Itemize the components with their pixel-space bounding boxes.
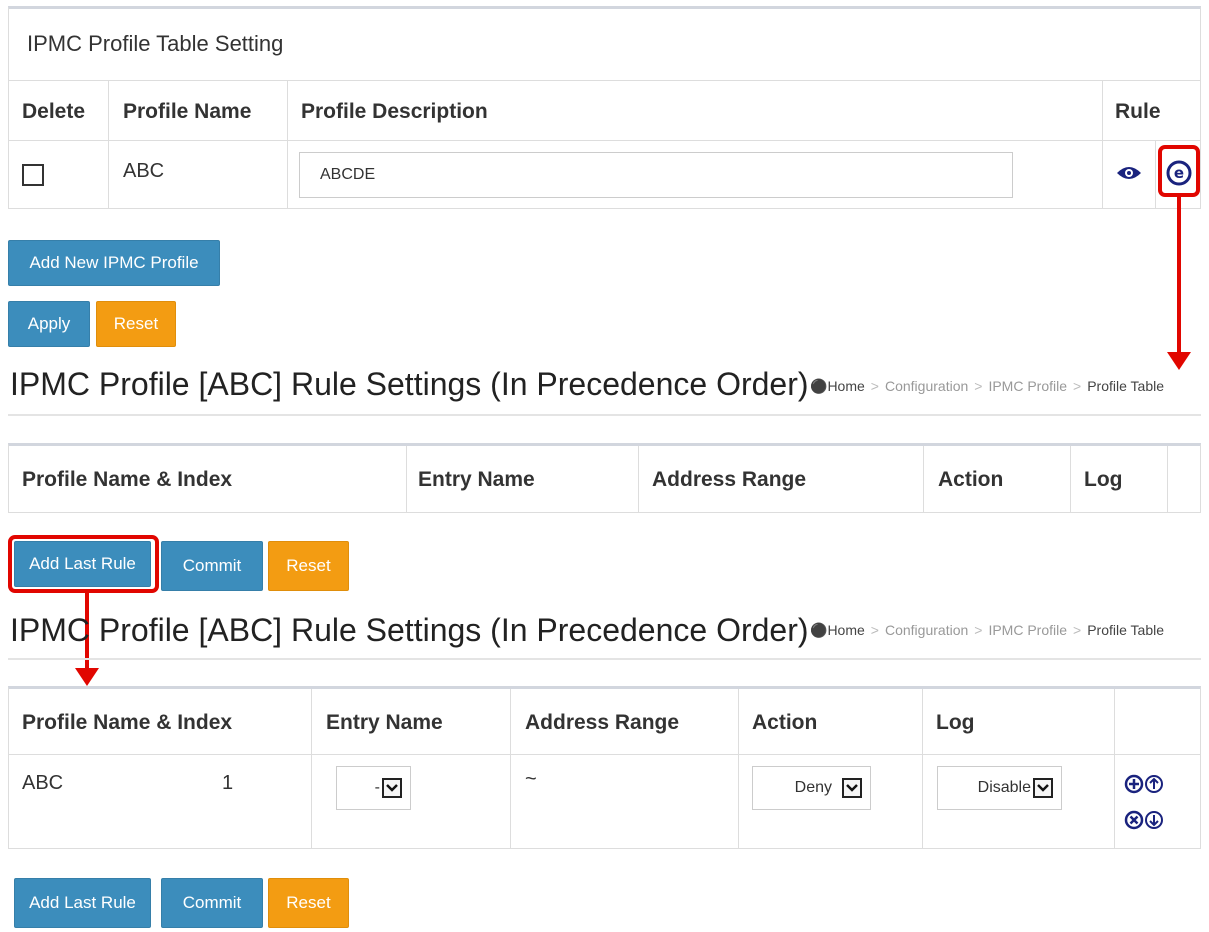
divider (923, 446, 924, 512)
annotation-arrow-head (1167, 352, 1191, 370)
arrow-up-circle-icon[interactable] (1144, 774, 1164, 794)
divider (287, 80, 288, 208)
annotation-edit-highlight (1158, 145, 1200, 197)
column-profile-name-index: Profile Name & Index (22, 468, 233, 491)
x-circle-icon[interactable] (1124, 810, 1144, 830)
plus-circle-icon[interactable] (1124, 774, 1144, 794)
column-action: Action (752, 711, 818, 734)
divider (8, 658, 1201, 660)
rule-settings-title-1: IPMC Profile [ABC] Rule Settings (In Pre… (10, 366, 809, 402)
column-action: Action (938, 468, 1004, 491)
divider (8, 80, 1201, 81)
annotation-add-last-rule-highlight (8, 535, 159, 593)
divider (406, 446, 407, 512)
profile-table-title: IPMC Profile Table Setting (27, 31, 284, 56)
reset-rules-button[interactable]: Reset (268, 541, 349, 591)
log-value: Disable (977, 779, 1031, 796)
home-icon: ⚫ (810, 622, 828, 638)
breadcrumb-ipmc-profile[interactable]: IPMC Profile (988, 378, 1067, 394)
add-last-rule-button[interactable]: Add Last Rule (14, 878, 151, 928)
column-entry-name: Entry Name (418, 468, 535, 491)
column-log: Log (936, 711, 975, 734)
chevron-down-icon (382, 778, 402, 798)
divider (8, 414, 1201, 416)
breadcrumb-1: ⚫Home > Configuration > IPMC Profile > Profile… (810, 378, 1165, 394)
commit-button[interactable]: Commit (161, 541, 263, 591)
log-select[interactable]: Disable (937, 766, 1062, 810)
divider (922, 689, 923, 848)
breadcrumb-profile-table: Profile Table (1087, 378, 1165, 394)
divider (1114, 689, 1115, 848)
divider (1102, 80, 1103, 208)
entry-name-select[interactable]: - (336, 766, 411, 810)
breadcrumb-2: ⚫Home > Configuration > IPMC Profile > Profile… (810, 622, 1165, 638)
address-range-cell: ~ (525, 768, 537, 790)
divider (311, 689, 312, 848)
arrow-down-circle-icon[interactable] (1144, 810, 1164, 830)
breadcrumb-home[interactable]: Home (827, 378, 864, 394)
action-select[interactable]: Deny (752, 766, 871, 810)
chevron-down-icon (842, 778, 862, 798)
home-icon: ⚫ (810, 378, 828, 394)
delete-checkbox[interactable] (22, 164, 44, 186)
add-new-ipmc-profile-button[interactable]: Add New IPMC Profile (8, 240, 220, 286)
breadcrumb-home[interactable]: Home (827, 622, 864, 638)
profile-description-value: ABCDE (320, 166, 376, 183)
rule-index-cell: 1 (222, 772, 234, 794)
column-delete: Delete (22, 100, 86, 123)
column-profile-name: Profile Name (123, 100, 252, 123)
divider (108, 80, 109, 208)
divider (1070, 446, 1071, 512)
column-entry-name: Entry Name (326, 711, 443, 734)
divider (738, 689, 739, 848)
column-address-range: Address Range (525, 711, 680, 734)
column-rule: Rule (1115, 100, 1161, 123)
breadcrumb-configuration[interactable]: Configuration (885, 378, 968, 394)
divider (8, 754, 1201, 755)
reset-button[interactable]: Reset (96, 301, 176, 347)
commit-button[interactable]: Commit (161, 878, 263, 928)
column-profile-name-index: Profile Name & Index (22, 711, 233, 734)
annotation-arrow-head (75, 668, 99, 686)
column-address-range: Address Range (652, 468, 807, 491)
column-profile-description: Profile Description (301, 100, 488, 123)
breadcrumb-ipmc-profile[interactable]: IPMC Profile (988, 622, 1067, 638)
breadcrumb-configuration[interactable]: Configuration (885, 622, 968, 638)
reset-rules-button[interactable]: Reset (268, 878, 349, 928)
annotation-arrow-line (1177, 197, 1181, 357)
profile-name-cell: ABC (123, 160, 165, 182)
divider (1167, 446, 1168, 512)
rule-profile-name-cell: ABC (22, 772, 64, 794)
divider (8, 140, 1201, 141)
entry-name-value: - (374, 779, 380, 796)
eye-icon[interactable] (1116, 164, 1142, 182)
apply-button[interactable]: Apply (8, 301, 90, 347)
column-log: Log (1084, 468, 1123, 491)
rule-settings-title-2: IPMC Profile [ABC] Rule Settings (In Pre… (10, 612, 809, 648)
divider (1155, 140, 1156, 208)
profile-description-input[interactable]: ABCDE (299, 152, 1013, 198)
action-value: Deny (794, 779, 832, 796)
breadcrumb-profile-table: Profile Table (1087, 622, 1165, 638)
divider (510, 689, 511, 848)
divider (638, 446, 639, 512)
chevron-down-icon (1033, 778, 1053, 798)
